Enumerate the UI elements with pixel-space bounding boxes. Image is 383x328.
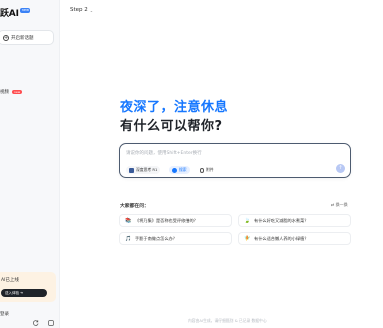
chat-input-box[interactable]: 请说你的问题，使用Shift+Enter换行 深度思考 R1 搜索 附件 ↑ <box>119 143 351 178</box>
promo-button[interactable]: 送入体验 ➜ <box>1 289 47 297</box>
new-badge: new <box>12 89 23 95</box>
promo-text: AI已上线 <box>1 278 19 283</box>
attachment-button[interactable]: 附件 <box>200 166 214 174</box>
deep-think-label: 深度思考 R1 <box>136 167 158 172</box>
suggestion-label: 有什么好吃又减脂的水煮菜？ <box>254 217 309 223</box>
sidebar-item-label: 视频 <box>0 90 9 95</box>
step-selector[interactable]: Step 2 ⌄ <box>70 7 93 13</box>
sidebar: 跃AI new + 开启新话题 视频 new AI已上线 送入体验 ➜ 登录 <box>0 0 60 328</box>
suggestion-label: 《将乃集》是否称也受评修缮的？ <box>135 217 198 223</box>
brand-logo[interactable]: 跃AI new <box>0 6 31 19</box>
suggestion-label: 有什么适合懒人养的小绿植？ <box>254 235 309 241</box>
hero-greeting: 夜深了，注意休息 <box>120 100 229 115</box>
sidebar-item-video[interactable]: 视频 new <box>0 89 23 95</box>
refresh-icon[interactable] <box>33 311 39 326</box>
search-label: 搜索 <box>179 167 187 172</box>
login-link[interactable]: 登录 <box>0 311 9 317</box>
sidebar-footer: 登录 <box>0 311 60 326</box>
chat-input-placeholder[interactable]: 请说你的问题，使用Shift+Enter换行 <box>126 150 202 156</box>
step-label: Step 2 <box>70 7 88 13</box>
book-icon: 📚 <box>125 217 132 224</box>
window-icon[interactable] <box>48 311 54 326</box>
suggestions-title: 大家都在问： <box>120 204 149 209</box>
suggestion-label: 手影于南做点怎么办？ <box>135 235 177 241</box>
deep-think-icon <box>129 167 134 173</box>
deep-think-button[interactable]: 深度思考 R1 <box>126 166 161 174</box>
plus-icon: + <box>3 34 9 41</box>
fairy-icon: 🧚 <box>244 235 251 242</box>
send-button[interactable]: ↑ <box>336 164 345 173</box>
attachment-icon <box>200 167 204 173</box>
disclaimer-note: 内容由AI生成，请仔细甄别 & 已记录 数据中心 <box>188 318 267 323</box>
refresh-suggestions-button[interactable]: ⇄ 换一换 <box>331 202 348 208</box>
hero-question: 有什么可以帮你? <box>120 119 223 134</box>
suggestion-card[interactable]: 🎵 手影于南做点怎么办？ <box>119 232 232 245</box>
suggestion-card[interactable]: 🧚 有什么适合懒人养的小绿植？ <box>238 232 351 245</box>
chevron-down-icon: ⌄ <box>89 7 94 13</box>
new-chat-button[interactable]: + 开启新话题 <box>0 30 54 45</box>
leaf-icon: 🍃 <box>244 217 251 224</box>
music-icon: 🎵 <box>125 235 132 242</box>
search-toggle-button[interactable]: 搜索 <box>169 166 190 174</box>
new-chat-label: 开启新话题 <box>11 35 34 41</box>
attachment-label: 附件 <box>206 167 214 172</box>
search-icon <box>172 167 177 173</box>
suggestion-card[interactable]: 📚 《将乃集》是否称也受评修缮的？ <box>119 214 232 227</box>
promo-card: AI已上线 送入体验 ➜ <box>0 272 56 302</box>
brand-name: 跃AI <box>0 9 19 19</box>
suggestion-card[interactable]: 🍃 有什么好吃又减脂的水煮菜？ <box>238 214 351 227</box>
brand-tag: new <box>20 8 31 13</box>
